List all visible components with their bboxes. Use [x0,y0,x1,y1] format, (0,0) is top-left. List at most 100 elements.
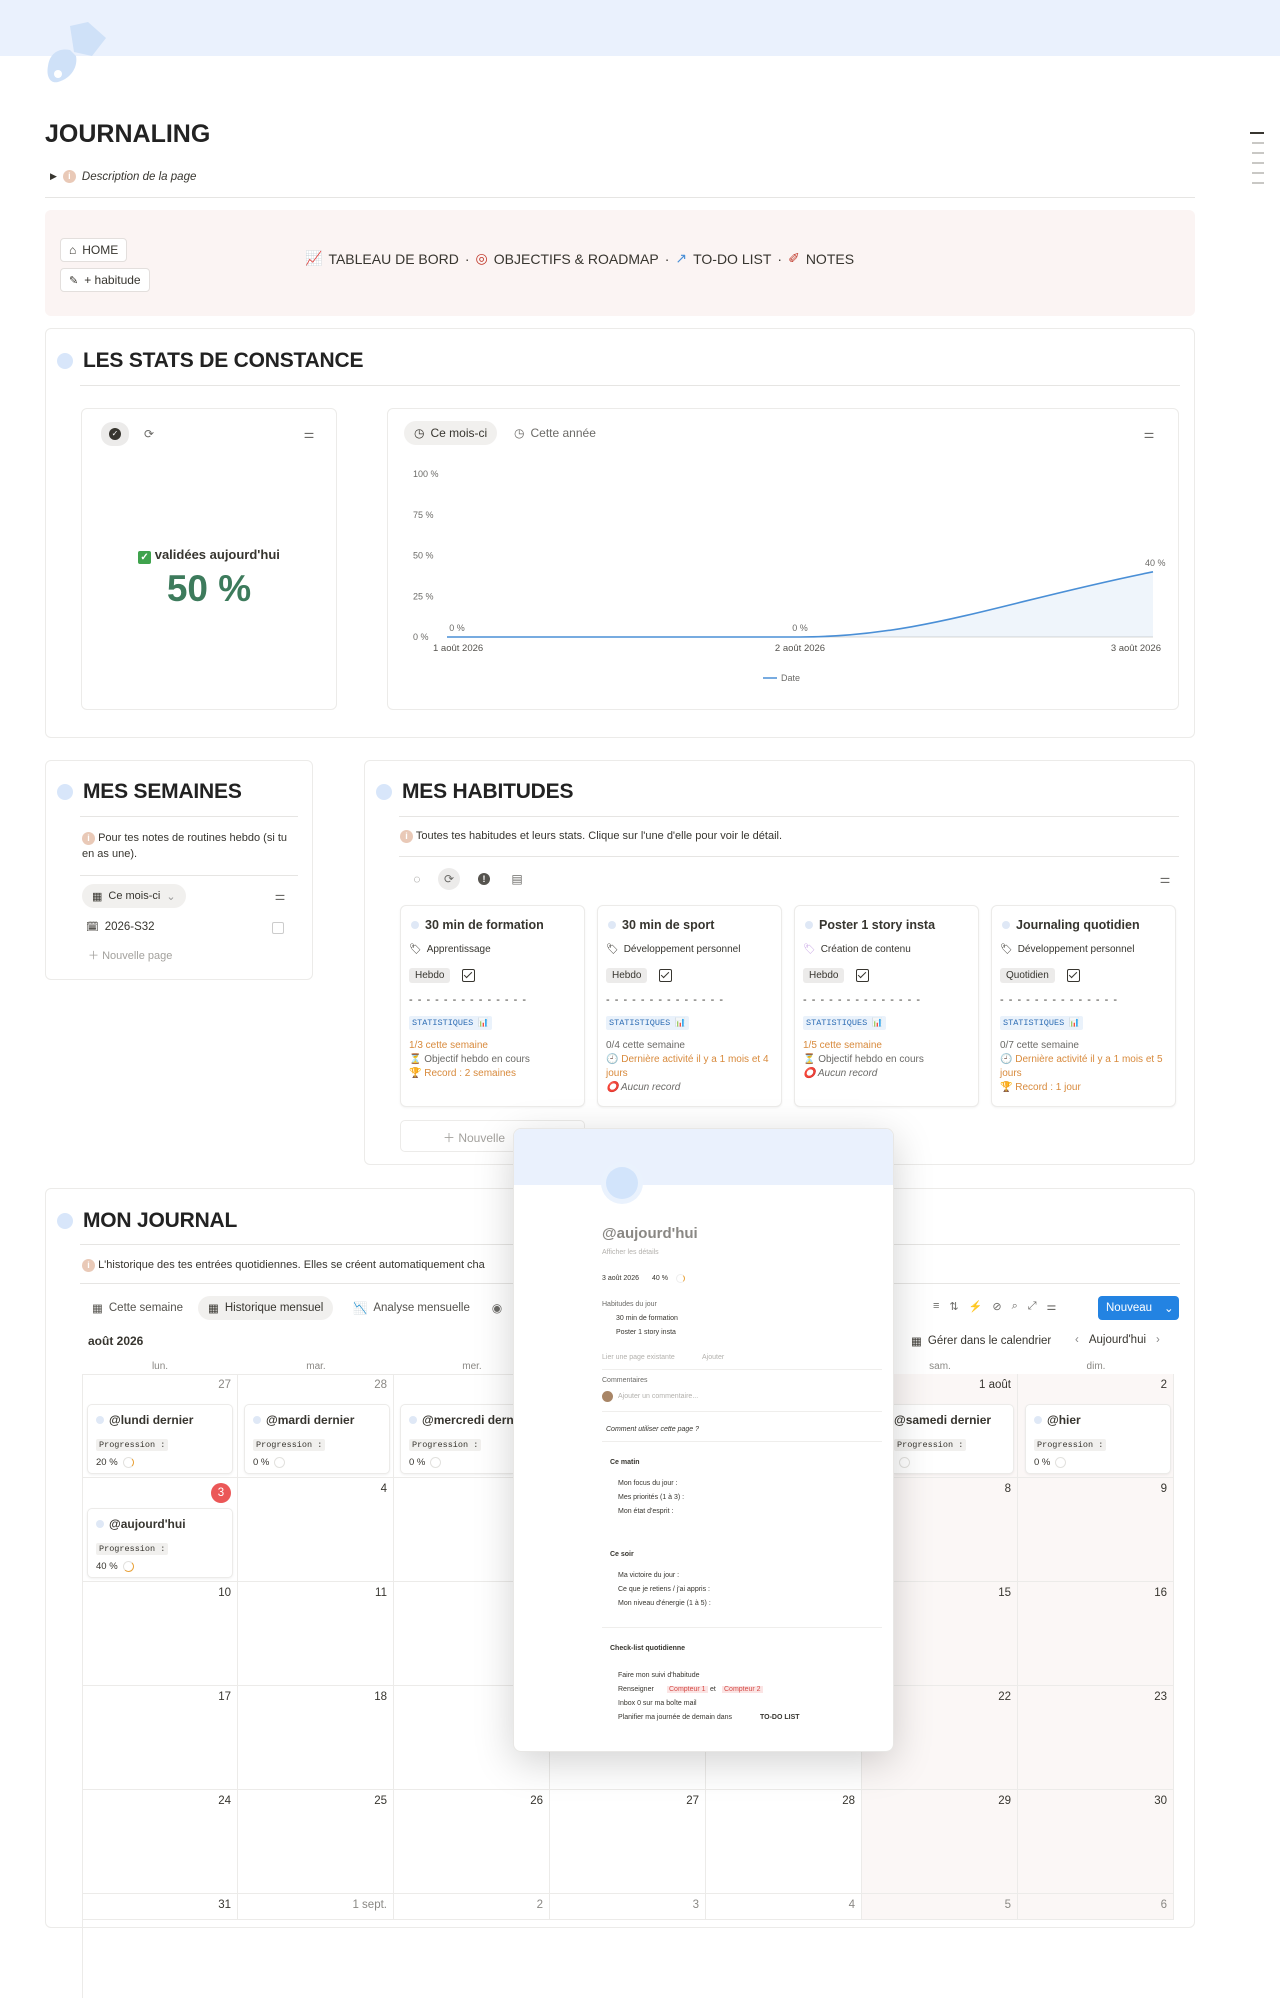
toc-marker[interactable] [1252,152,1264,154]
preview-add[interactable]: Ajouter [702,1354,724,1361]
calendar-day-cell[interactable]: 9 [1018,1478,1174,1582]
preview-howto[interactable]: Comment utiliser cette page ? [606,1426,699,1433]
settings-sliders-icon[interactable]: ⚌ [1138,423,1160,445]
alert-icon[interactable]: ! [473,868,495,890]
calendar-day-cell[interactable]: 27 [550,1790,706,1894]
tab-monthly-history[interactable]: ▦ Historique mensuel [198,1296,334,1320]
chevron-left-icon[interactable]: ‹ [1075,1334,1079,1346]
journal-entry-card[interactable]: @mardi dernier Progression : 0 % [244,1404,390,1474]
nav-link-notes[interactable]: NOTES [806,251,854,267]
refresh-icon[interactable]: ⟳ [438,868,460,890]
journal-entry-card[interactable]: @aujourd'hui Progression : 40 % [87,1508,233,1578]
week-item[interactable]: 🗓 2026-S32 [86,921,155,933]
habit-checkbox[interactable] [462,969,476,982]
calendar-day-cell[interactable]: 2 [394,1894,550,1920]
calendar-day-cell[interactable]: 26 [394,1790,550,1894]
calendar-day-cell[interactable]: 4 [706,1894,862,1920]
calendar-day-cell[interactable]: 4 [238,1478,394,1582]
calendar-day-cell[interactable]: 10 [82,1582,238,1686]
calendar-day-cell[interactable]: 31 [82,1894,238,1920]
new-entry-button[interactable]: Nouveau ⌄ [1098,1296,1179,1320]
settings-sliders-icon[interactable]: ⚌ [269,885,291,907]
nav-link-goals[interactable]: OBJECTIFS & ROADMAP [494,251,659,267]
today-button[interactable]: Aujourd'hui [1089,1334,1146,1346]
preview-habit[interactable]: Poster 1 story insta [616,1329,676,1336]
lightning-icon[interactable]: ⚡ [969,1300,983,1313]
calendar-day-cell[interactable]: 18 [238,1686,394,1790]
toc-marker[interactable] [1252,162,1264,164]
page-description-toggle[interactable]: ▶ i Description de la page [50,170,196,183]
habit-checkbox[interactable] [1066,969,1080,982]
comment-input[interactable]: Ajouter un commentaire... [618,1393,698,1400]
settings-sliders-icon[interactable]: ⚌ [1047,1300,1057,1313]
preview-link-existing[interactable]: Lier une page existante [602,1354,675,1361]
calendar-day-cell[interactable]: 1 sept. [238,1894,394,1920]
habit-checkbox[interactable] [659,969,673,982]
check-circle-icon[interactable]: ✓ [101,422,129,446]
settings-sliders-icon[interactable]: ⚌ [1154,868,1176,890]
calendar-day-cell[interactable]: 3 [550,1894,706,1920]
tab-monthly-analysis[interactable]: 📉 Analyse mensuelle [343,1296,480,1320]
journal-entry-card[interactable]: @lundi dernier Progression : 20 % [87,1404,233,1474]
calendar-day-cell[interactable]: 11 [238,1582,394,1686]
preview-checklist-item[interactable]: Renseigner [618,1686,654,1693]
hide-icon[interactable]: ⊘ [992,1300,1001,1313]
todo-link[interactable]: TO-DO LIST [760,1714,800,1721]
habit-checkbox[interactable] [856,969,870,982]
expand-icon[interactable]: ⤢ [1028,1300,1037,1313]
add-habit-button[interactable]: ✎ + habitude [60,268,150,292]
day-number: 23 [1154,1691,1167,1703]
page-icon[interactable] [44,22,110,86]
tab-this-week-label: Cette semaine [108,1302,184,1314]
calendar-day-cell[interactable]: 30 [1018,1790,1174,1894]
toc-marker[interactable] [1252,172,1264,174]
home-icon: ⌂ [69,243,77,257]
toc-marker[interactable] [1250,132,1264,134]
nav-link-todo[interactable]: TO-DO LIST [693,251,771,267]
habit-frequency: Hebdo [606,968,648,983]
week-checkbox[interactable] [272,922,284,934]
calendar-day-cell[interactable]: 29 [862,1790,1018,1894]
chevron-right-icon[interactable]: › [1156,1334,1160,1346]
chevron-down-icon[interactable]: ⌄ [1164,1301,1174,1315]
calendar-day-cell[interactable]: 23 [1018,1686,1174,1790]
calendar-day-cell[interactable]: 6 [1018,1894,1174,1920]
nav-link-dashboard[interactable]: TABLEAU DE BORD [328,251,458,267]
calendar-day-cell[interactable]: 25 [238,1790,394,1894]
calendar-day-cell[interactable]: 17 [82,1686,238,1790]
new-page-button[interactable]: ＋ Nouvelle page [88,947,172,963]
preview-checklist-item[interactable]: Faire mon suivi d'habitude [618,1672,700,1679]
filter-icon[interactable]: ≡ [933,1300,939,1313]
search-icon[interactable]: ⌕ [1012,1300,1018,1313]
preview-checklist-item[interactable]: Planifier ma journée de demain dans [618,1714,732,1721]
sort-icon[interactable]: ⇅ [949,1300,958,1313]
toggle-triangle-icon[interactable]: ▶ [50,171,57,182]
tab-this-month[interactable]: ◷ Ce mois-ci [404,421,498,445]
habit-card[interactable]: 30 min de formation 🏷 Apprentissage Hebdo… [400,905,585,1107]
habit-card[interactable]: 30 min de sport 🏷 Développement personnel… [597,905,782,1107]
settings-sliders-icon[interactable]: ⚌ [298,423,320,445]
journal-entry-card[interactable]: @mercredi dernie Progression : 0 % [400,1404,513,1474]
dashed-circle-icon[interactable]: ◌ [406,868,428,890]
more-views-icon[interactable]: ◉ [486,1297,508,1319]
calendar-day-cell[interactable]: 5 [862,1894,1018,1920]
preview-checklist-item[interactable]: Inbox 0 sur ma boîte mail [618,1700,697,1707]
manage-calendar-button[interactable]: ▦ Gérer dans le calendrier [911,1334,1051,1348]
tab-this-week[interactable]: ▦ Cette semaine [82,1296,193,1320]
preview-habit[interactable]: 30 min de formation [616,1315,678,1322]
calendar-day-cell[interactable]: 16 [1018,1582,1174,1686]
journal-entry-card[interactable]: @hier Progression : 0 % [1025,1404,1171,1474]
archive-icon[interactable]: ▤ [506,868,528,890]
toc-marker[interactable] [1252,182,1264,184]
journal-entry-card[interactable]: @samedi dernier Progression : [894,1404,1014,1474]
page-preview-popup[interactable]: @aujourd'hui Afficher les détails 3 août… [513,1128,894,1752]
home-button[interactable]: ⌂ HOME [60,238,128,262]
toc-marker[interactable] [1252,142,1264,144]
calendar-day-cell[interactable]: 28 [706,1790,862,1894]
weeks-filter[interactable]: ▦ Ce mois-ci ⌄ [82,884,186,908]
habit-card[interactable]: Poster 1 story insta 🏷 Création de conten… [794,905,979,1107]
calendar-day-cell[interactable]: 24 [82,1790,238,1894]
habit-card[interactable]: Journaling quotidien 🏷 Développement pers… [991,905,1176,1107]
tab-this-year[interactable]: ◷ Cette année [504,421,606,445]
refresh-icon[interactable]: ⟳ [138,423,160,445]
